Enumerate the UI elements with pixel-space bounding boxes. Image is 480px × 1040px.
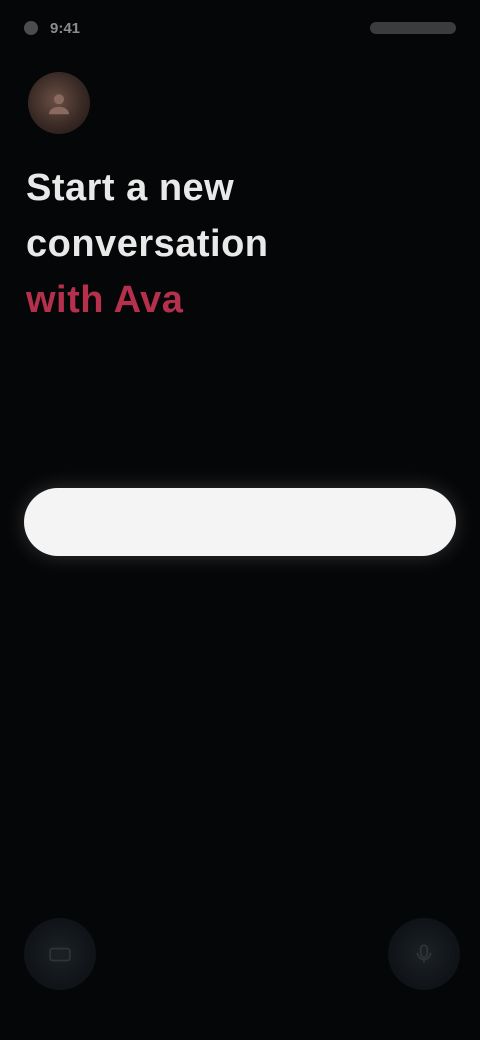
status-bar: 9:41: [24, 14, 456, 42]
headline-line-2: conversation: [26, 223, 269, 265]
status-right: [362, 22, 456, 34]
avatar-icon: [49, 94, 69, 115]
page-title: Start a new conversation with Ava: [26, 160, 446, 328]
status-time: 9:41: [50, 19, 81, 37]
keyboard-button[interactable]: [24, 918, 96, 990]
status-left: 9:41: [24, 20, 80, 37]
status-indicator-icon: [24, 21, 38, 35]
avatar[interactable]: [28, 72, 90, 134]
microphone-icon: [416, 944, 432, 963]
status-icons: [370, 22, 456, 34]
microphone-button[interactable]: [388, 918, 460, 990]
headline-accent: with Ava: [26, 279, 184, 321]
keyboard-icon: [49, 947, 71, 962]
primary-action-button[interactable]: [24, 488, 456, 556]
headline-line-1: Start a new: [26, 167, 235, 209]
app-screen: 9:41 Start a new conversation with Ava: [0, 0, 480, 1040]
